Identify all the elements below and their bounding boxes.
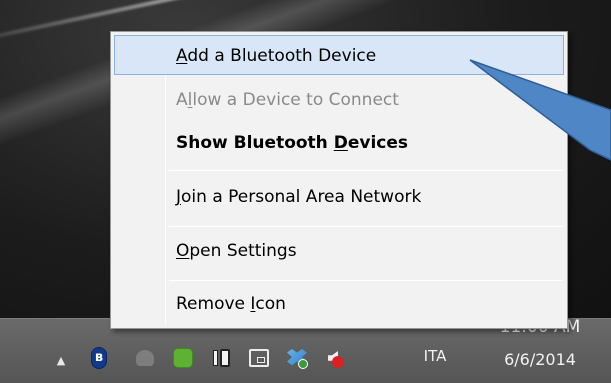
language-indicator[interactable]: ITA <box>410 341 460 371</box>
menu-item-allow-device-to-connect: Allow a Device to Connect <box>114 80 564 120</box>
bluetooth-glyph: ʙ <box>91 347 107 369</box>
menu-item-label: Show Bluetooth Devices <box>176 133 408 153</box>
menu-item-label: Join a Personal Area Network <box>176 187 422 207</box>
menu-separator <box>169 170 563 171</box>
menu-separator <box>169 280 563 281</box>
bluetooth-icon[interactable]: ʙ <box>88 347 110 369</box>
clock-date: 6/6/2014 <box>504 350 576 369</box>
bluetooth-context-menu: Add a Bluetooth Device Allow a Device to… <box>110 31 568 329</box>
menu-item-add-bluetooth-device[interactable]: Add a Bluetooth Device <box>114 35 564 75</box>
menu-item-open-settings[interactable]: Open Settings <box>114 231 564 271</box>
menu-separator <box>169 226 563 227</box>
menu-item-join-personal-area-network[interactable]: Join a Personal Area Network <box>114 177 564 217</box>
menu-item-label: Remove Icon <box>176 294 286 314</box>
menu-item-label: Add a Bluetooth Device <box>176 46 377 66</box>
menu-item-show-bluetooth-devices[interactable]: Show Bluetooth Devices <box>114 123 564 163</box>
green-app-icon[interactable] <box>172 347 194 369</box>
network-icon[interactable] <box>248 347 270 369</box>
volume-muted-icon[interactable] <box>322 347 344 369</box>
menu-item-label: Open Settings <box>176 241 297 261</box>
power-icon[interactable] <box>210 347 232 369</box>
chevron-up-icon[interactable]: ▲ <box>50 349 72 371</box>
menu-item-label: Allow a Device to Connect <box>176 90 399 110</box>
dropbox-icon[interactable] <box>286 347 308 369</box>
menu-item-remove-icon[interactable]: Remove Icon <box>114 284 564 324</box>
gray-app-icon[interactable] <box>134 347 156 369</box>
